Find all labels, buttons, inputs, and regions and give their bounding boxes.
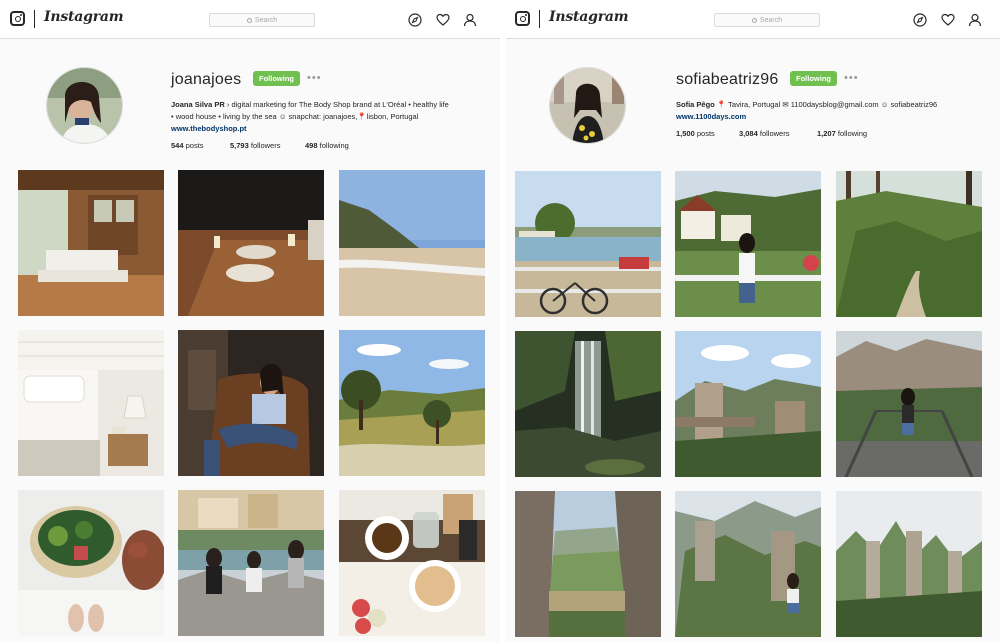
search-placeholder: Search xyxy=(759,16,783,24)
instagram-wordmark[interactable]: Instagram xyxy=(44,9,124,25)
photo-tile[interactable] xyxy=(515,331,661,477)
posts-count: 544 xyxy=(171,141,184,150)
photo-tile[interactable] xyxy=(18,330,164,476)
heart-icon[interactable] xyxy=(436,13,450,27)
more-options-button[interactable]: ••• xyxy=(307,72,322,84)
heart-icon[interactable] xyxy=(941,13,955,27)
posts-label: posts xyxy=(696,129,715,138)
photo-tile[interactable] xyxy=(18,170,164,316)
following-button[interactable]: Following xyxy=(253,71,300,86)
more-options-button[interactable]: ••• xyxy=(844,72,859,84)
posts-count: 1,500 xyxy=(676,129,695,138)
photo-tile[interactable] xyxy=(339,170,485,316)
followers-label: followers xyxy=(759,129,790,138)
profile-stats: 544 posts 5,793 followers 498 following xyxy=(171,141,375,150)
bio-text-line1: 📍 Tavira, Portugal ✉ 1100daysblog@gmail.… xyxy=(716,100,938,109)
instagram-camera-icon[interactable] xyxy=(515,11,530,26)
following-stat[interactable]: 1,207 following xyxy=(817,129,887,138)
bio-text-line1: › digital marketing for The Body Shop br… xyxy=(226,100,449,109)
photo-tile[interactable] xyxy=(178,490,324,636)
left-profile-pane: Instagram Search joanajoes Following •••… xyxy=(0,0,500,642)
photo-tile[interactable] xyxy=(836,331,982,477)
photo-tile[interactable] xyxy=(339,330,485,476)
following-button[interactable]: Following xyxy=(790,71,837,86)
bio-text-line2: • wood house • living by the sea ☺ snapc… xyxy=(171,112,419,121)
photo-tile[interactable] xyxy=(675,331,821,477)
photo-tile[interactable] xyxy=(178,170,324,316)
photo-tile[interactable] xyxy=(515,171,661,317)
avatar[interactable] xyxy=(46,67,123,144)
followers-label: followers xyxy=(250,141,281,150)
following-count: 498 xyxy=(305,141,318,150)
right-profile-pane: Instagram Search sofiabeatriz96 Followin… xyxy=(500,0,1000,642)
followers-count: 5,793 xyxy=(230,141,249,150)
profile-icon[interactable] xyxy=(463,13,477,27)
photo-tile[interactable] xyxy=(836,491,982,637)
following-stat[interactable]: 498 following xyxy=(305,141,375,150)
compass-icon[interactable] xyxy=(408,13,422,27)
photo-tile[interactable] xyxy=(339,490,485,636)
photo-tile[interactable] xyxy=(675,171,821,317)
logo-divider xyxy=(539,10,540,28)
instagram-wordmark[interactable]: Instagram xyxy=(549,9,629,25)
avatar[interactable] xyxy=(549,67,626,144)
search-input[interactable]: Search xyxy=(209,13,315,27)
profile-header: joanajoes Following ••• Joana Silva PR ›… xyxy=(0,40,500,160)
profile-bio: Sofia Pêgo 📍 Tavira, Portugal ✉ 1100days… xyxy=(676,99,996,123)
photo-tile[interactable] xyxy=(515,491,661,637)
compass-icon[interactable] xyxy=(913,13,927,27)
instagram-camera-icon[interactable] xyxy=(10,11,25,26)
profile-username: sofiabeatriz96 xyxy=(676,71,779,88)
following-label: following xyxy=(319,141,349,150)
top-navbar: Instagram Search xyxy=(506,0,1000,39)
top-navbar: Instagram Search xyxy=(0,0,500,39)
profile-bio: Joana Silva PR › digital marketing for T… xyxy=(171,99,491,135)
profile-website-link[interactable]: www.1100days.com xyxy=(676,112,746,121)
photo-tile[interactable] xyxy=(178,330,324,476)
posts-stat: 544 posts xyxy=(171,141,230,150)
photo-tile[interactable] xyxy=(18,490,164,636)
profile-website-link[interactable]: www.thebodyshop.pt xyxy=(171,124,247,133)
photo-tile[interactable] xyxy=(675,491,821,637)
profile-stats: 1,500 posts 3,084 followers 1,207 follow… xyxy=(676,129,887,138)
search-icon xyxy=(751,17,757,23)
bio-full-name: Joana Silva PR xyxy=(171,100,225,109)
search-placeholder: Search xyxy=(254,16,278,24)
followers-stat[interactable]: 3,084 followers xyxy=(739,129,817,138)
followers-count: 3,084 xyxy=(739,129,758,138)
photo-tile[interactable] xyxy=(836,171,982,317)
bio-full-name: Sofia Pêgo xyxy=(676,100,715,109)
posts-stat: 1,500 posts xyxy=(676,129,739,138)
profile-username: joanajoes xyxy=(171,71,242,88)
search-icon xyxy=(246,17,252,23)
following-count: 1,207 xyxy=(817,129,836,138)
profile-header: sofiabeatriz96 Following ••• Sofia Pêgo … xyxy=(506,40,1000,160)
posts-label: posts xyxy=(185,141,204,150)
search-input[interactable]: Search xyxy=(714,13,820,27)
profile-icon[interactable] xyxy=(968,13,982,27)
following-label: following xyxy=(837,129,868,138)
logo-divider xyxy=(34,10,35,28)
followers-stat[interactable]: 5,793 followers xyxy=(230,141,305,150)
